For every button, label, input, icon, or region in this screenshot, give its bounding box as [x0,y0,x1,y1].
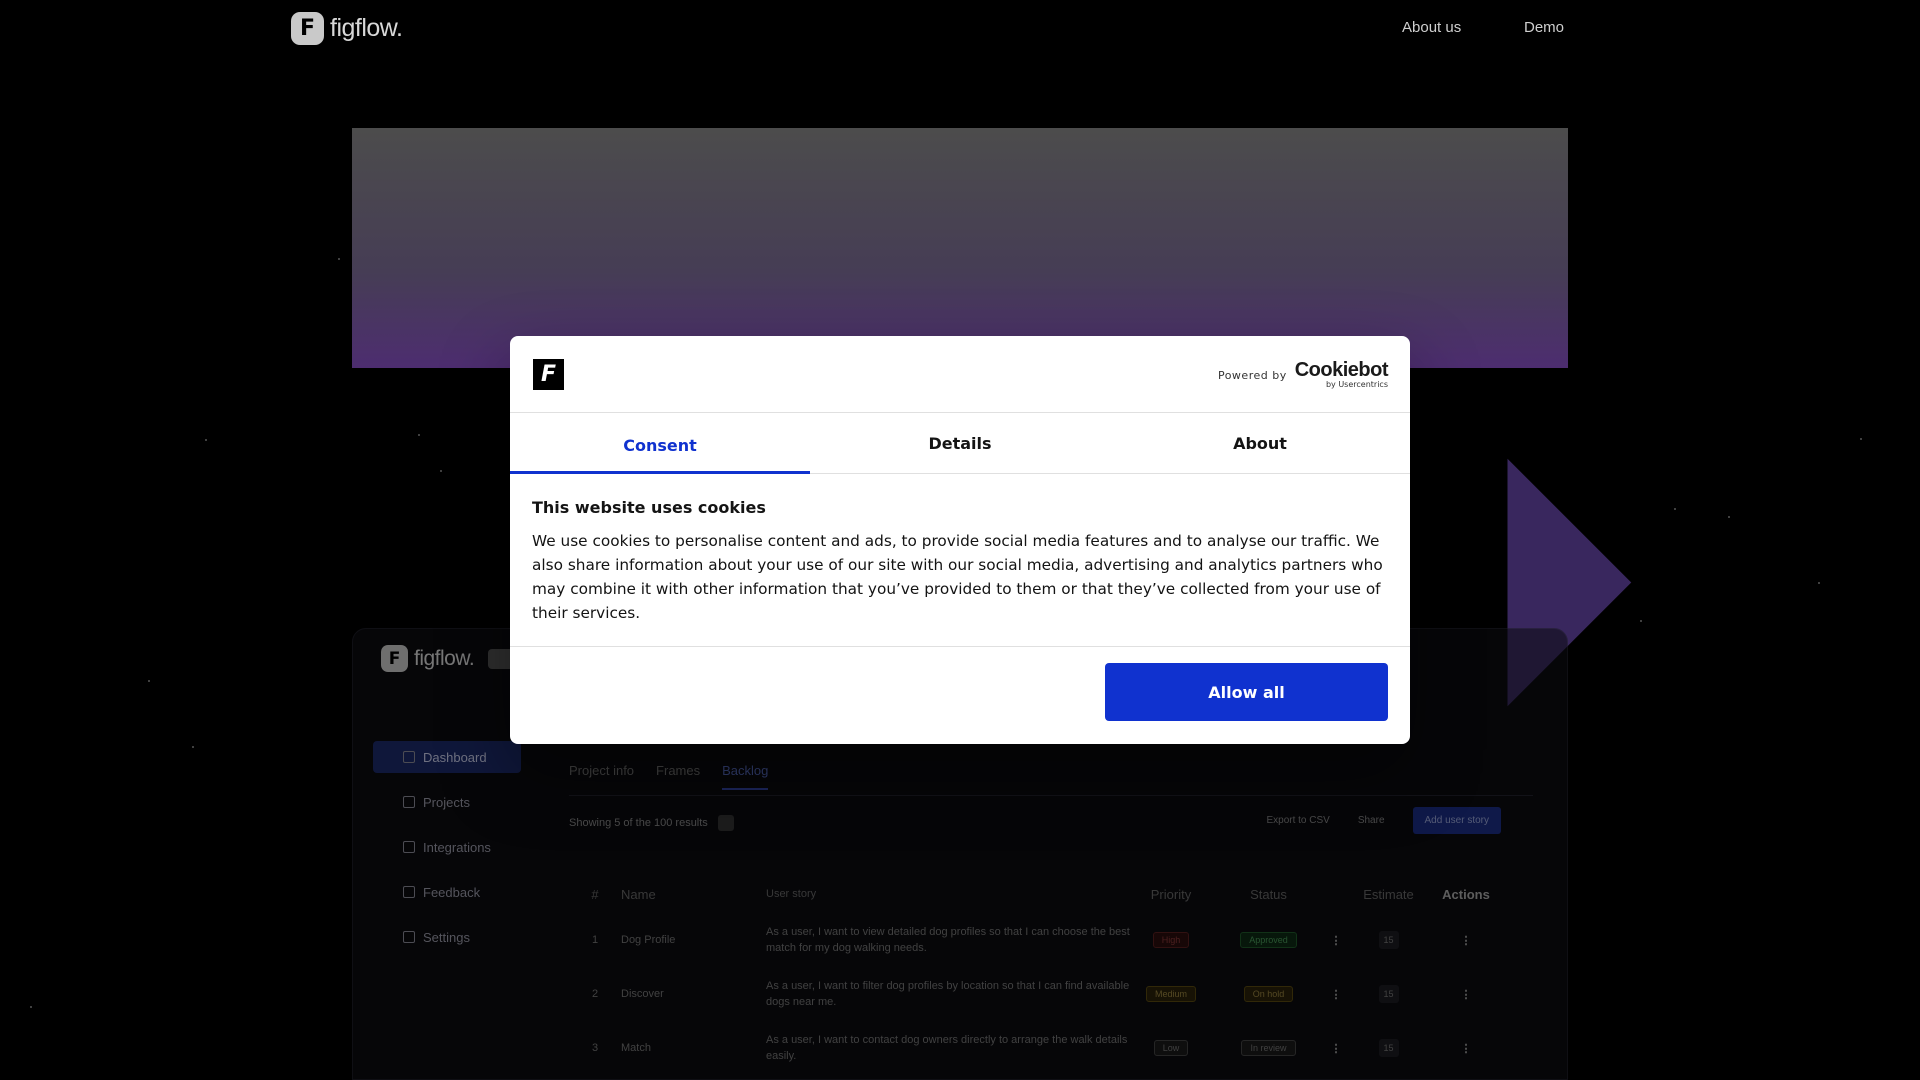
row-name: Dog Profile [621,934,676,946]
dashboard-sidebar: Dashboard Projects Integrations Feedback… [373,741,521,966]
status-menu-icon[interactable]: ⋮ [1326,988,1346,1001]
row-actions-icon[interactable]: ⋮ [1431,934,1501,947]
status-menu-icon[interactable]: ⋮ [1326,934,1346,947]
backlog-table: # Name User story Priority Status Estima… [569,875,1533,1075]
sidebar-item-feedback[interactable]: Feedback [373,876,521,908]
tab-divider [569,795,1533,796]
add-user-story-button[interactable]: Add user story [1412,807,1501,834]
row-name: Discover [621,988,664,1000]
tab-consent[interactable]: Consent [510,413,810,474]
row-num: 3 [591,1042,599,1054]
cookiebot-logo: Cookiebot by Usercentrics [1294,359,1389,390]
link-icon [403,841,415,853]
row-num: 2 [591,988,599,1000]
table-row[interactable]: 1 Dog Profile As a user, I want to view … [569,913,1533,967]
dialog-body: This website uses cookies We use cookies… [510,474,1410,647]
tab-about[interactable]: About [1110,413,1410,473]
sidebar-item-label: Feedback [423,884,481,900]
sidebar-item-settings[interactable]: Settings [373,921,521,953]
row-story: As a user, I want to filter dog profiles… [766,980,1130,1008]
sidebar-item-label: Dashboard [423,749,487,765]
sidebar-item-projects[interactable]: Projects [373,786,521,818]
col-priority: Priority [1150,886,1192,902]
dialog-text: We use cookies to personalise content an… [532,532,1383,622]
row-num: 1 [591,934,599,946]
row-story: As a user, I want to contact dog owners … [766,1034,1128,1062]
col-story: User story [766,888,817,900]
share-button[interactable]: Share [1358,815,1385,826]
row-story: As a user, I want to view detailed dog p… [766,926,1130,954]
status-menu-icon[interactable]: ⋮ [1326,1042,1346,1055]
col-status: Status [1250,886,1287,902]
row-name: Match [621,1042,651,1054]
tab-details[interactable]: Details [810,413,1110,473]
dialog-footer: Allow all [510,647,1410,743]
nav-demo-link[interactable]: Demo [1524,19,1564,36]
backlog-toolbar: Export to CSV Share Add user story [1266,807,1501,834]
brand-name: figflow. [330,14,403,42]
priority-badge: High [1152,932,1190,948]
priority-badge: Low [1153,1040,1189,1056]
tab-backlog[interactable]: Backlog [722,763,769,790]
status-badge: In review [1241,1040,1296,1056]
cookiebot-name: Cookiebot [1294,359,1389,381]
powered-by-cookiebot[interactable]: Powered by Cookiebot by Usercentrics [1217,359,1389,390]
tab-frames[interactable]: Frames [656,763,700,790]
col-num: # [591,886,599,902]
col-estimate: Estimate [1363,886,1414,902]
dashboard-logo: F figflow. [381,645,515,672]
top-nav: F figflow. About us Demo [0,0,1920,56]
hero-banner [352,128,1568,368]
nav-about-link[interactable]: About us [1402,19,1461,36]
results-count: Showing 5 of the 100 results [569,815,734,831]
export-csv-button[interactable]: Export to CSV [1266,815,1329,826]
allow-all-button[interactable]: Allow all [1105,663,1388,721]
estimate-value: 15 [1378,1039,1399,1057]
estimate-value: 15 [1378,985,1399,1003]
results-text: Showing 5 of the 100 results [569,816,708,829]
estimate-value: 15 [1378,931,1399,949]
powered-by-label: Powered by [1217,369,1287,382]
col-actions: Actions [1442,886,1490,902]
logo-mark-icon: F [381,645,408,672]
priority-badge: Medium [1145,986,1196,1002]
thumbs-up-icon [403,886,415,898]
dialog-tabs: Consent Details About [510,413,1410,474]
sidebar-item-label: Settings [423,929,470,945]
sidebar-item-label: Projects [423,794,470,810]
cookie-consent-dialog: F Powered by Cookiebot by Usercentrics C… [510,336,1410,744]
dialog-title: This website uses cookies [532,498,766,517]
table-row[interactable]: 3 Match As a user, I want to contact dog… [569,1021,1533,1075]
table-header: # Name User story Priority Status Estima… [569,875,1533,913]
folder-icon [403,796,415,808]
cookiebot-sub: by Usercentrics [1325,380,1388,389]
table-row[interactable]: 2 Discover As a user, I want to filter d… [569,967,1533,1021]
col-name: Name [621,886,656,902]
brand-name: figflow. [414,646,475,670]
dialog-header: F Powered by Cookiebot by Usercentrics [510,336,1410,413]
grid-icon [403,751,415,763]
logo-mark-icon: F [291,12,324,45]
sidebar-item-dashboard[interactable]: Dashboard [373,741,521,773]
site-logo-icon: F [533,359,564,390]
status-badge: On hold [1243,986,1294,1002]
results-toggle[interactable] [717,815,734,831]
sidebar-item-label: Integrations [423,839,491,855]
sidebar-item-integrations[interactable]: Integrations [373,831,521,863]
row-actions-icon[interactable]: ⋮ [1431,1042,1501,1055]
row-actions-icon[interactable]: ⋮ [1431,988,1501,1001]
status-badge: Approved [1240,932,1297,948]
gear-icon [403,931,415,943]
dashboard-tabs: Project info Frames Backlog [569,763,769,790]
brand-logo[interactable]: F figflow. [291,12,403,45]
tab-project-info[interactable]: Project info [569,763,634,790]
